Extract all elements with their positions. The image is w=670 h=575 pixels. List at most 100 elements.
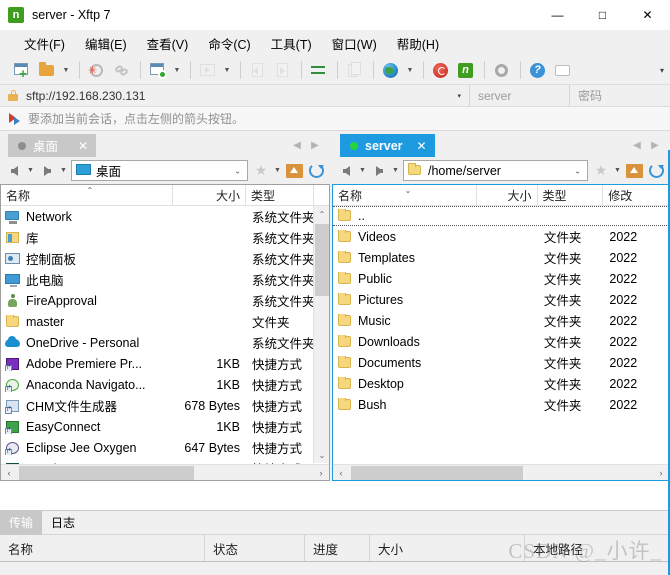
menu-file[interactable]: 文件(F) — [14, 31, 75, 56]
local-forward-button[interactable] — [36, 160, 58, 182]
tab-server[interactable]: server ✕ — [340, 134, 435, 157]
table-row[interactable]: 此电脑 系统文件夹 — [1, 269, 329, 290]
table-row[interactable]: Documents 文件夹 2022 — [333, 352, 669, 373]
bt-column-size[interactable]: 大小 — [370, 535, 525, 561]
table-row[interactable]: OneDrive - Personal 系统文件夹 — [1, 332, 329, 353]
local-favorite-caret-icon[interactable]: ▼ — [272, 160, 283, 182]
local-column-type[interactable]: 类型 — [246, 185, 314, 205]
xshell-button[interactable] — [429, 59, 453, 82]
local-column-name[interactable]: 名称 ⌃ — [1, 185, 173, 205]
tab-close-icon[interactable]: ✕ — [403, 139, 427, 153]
local-home-button[interactable] — [283, 160, 305, 182]
bt-column-status[interactable]: 状态 — [205, 535, 305, 561]
local-horizontal-scrollbar[interactable]: ‹ › — [1, 464, 329, 480]
session-properties-caret-icon[interactable]: ▼ — [171, 59, 183, 82]
menu-view[interactable]: 查看(V) — [137, 31, 199, 56]
minimize-button[interactable]: — — [535, 0, 580, 30]
local-vertical-scrollbar[interactable]: ⌃ ⌄ — [313, 206, 329, 463]
remote-path-input[interactable]: /home/server ⌄ — [403, 160, 588, 181]
scroll-up-icon[interactable]: ⌃ — [314, 206, 330, 222]
table-row[interactable]: Downloads 文件夹 2022 — [333, 331, 669, 352]
local-back-button[interactable] — [3, 160, 25, 182]
table-row[interactable]: Videos 文件夹 2022 — [333, 226, 669, 247]
remote-path-chevron-icon[interactable]: ⌄ — [574, 166, 581, 175]
table-row[interactable]: Network 系统文件夹 — [1, 206, 329, 227]
link-button[interactable] — [110, 59, 134, 82]
tab-log[interactable]: 日志 — [42, 511, 84, 535]
table-row[interactable]: .. — [333, 206, 669, 226]
bt-column-local-path[interactable]: 本地路径 — [525, 535, 670, 561]
run-button[interactable] — [196, 59, 220, 82]
table-row[interactable]: 库 系统文件夹 — [1, 227, 329, 248]
sync-transfer-button[interactable] — [307, 59, 331, 82]
new-session-button[interactable]: + — [10, 59, 34, 82]
copy-button[interactable] — [343, 59, 367, 82]
tab-close-icon[interactable]: ✕ — [64, 139, 88, 153]
remote-favorite-caret-icon[interactable]: ▼ — [612, 160, 623, 182]
tab-next-icon[interactable]: ▶ — [646, 140, 664, 151]
local-favorite-button[interactable]: ★ — [250, 160, 272, 182]
menu-edit[interactable]: 编辑(E) — [75, 31, 137, 56]
local-hscroll-thumb[interactable] — [19, 466, 194, 480]
local-column-size[interactable]: 大小 — [173, 185, 246, 205]
remote-refresh-button[interactable] — [645, 160, 667, 182]
scroll-right-icon[interactable]: › — [653, 465, 669, 481]
table-row[interactable]: Templates 文件夹 2022 — [333, 247, 669, 268]
remote-back-button[interactable] — [335, 160, 357, 182]
remote-back-caret-icon[interactable]: ▼ — [357, 160, 368, 182]
open-session-button[interactable] — [35, 59, 59, 82]
menu-tools[interactable]: 工具(T) — [261, 31, 322, 56]
table-row[interactable]: Desktop 文件夹 2022 — [333, 373, 669, 394]
remote-favorite-button[interactable]: ★ — [590, 160, 612, 182]
remote-home-button[interactable] — [623, 160, 645, 182]
remote-column-type[interactable]: 类型 — [538, 185, 604, 205]
scroll-left-icon[interactable]: ‹ — [1, 465, 17, 481]
local-path-input[interactable]: 桌面 ⌄ — [71, 160, 248, 181]
menu-window[interactable]: 窗口(W) — [322, 31, 387, 56]
table-row[interactable]: CHM文件生成器 678 Bytes 快捷方式 — [1, 395, 329, 416]
run-caret-icon[interactable]: ▼ — [221, 59, 233, 82]
bt-column-name[interactable]: 名称 — [0, 535, 205, 561]
transfer-left-button[interactable] — [246, 59, 270, 82]
open-session-caret-icon[interactable]: ▼ — [60, 59, 72, 82]
menu-help[interactable]: 帮助(H) — [387, 31, 449, 56]
remote-hscroll-thumb[interactable] — [351, 466, 523, 480]
remote-horizontal-scrollbar[interactable]: ‹ › — [333, 464, 669, 480]
transfer-right-button[interactable] — [271, 59, 295, 82]
bt-column-progress[interactable]: 进度 — [305, 535, 370, 561]
table-row[interactable]: Anaconda Navigato... 1KB 快捷方式 — [1, 374, 329, 395]
chevron-down-icon[interactable]: ▾ — [457, 92, 461, 100]
tab-prev-icon[interactable]: ◀ — [628, 140, 646, 151]
table-row[interactable]: Eclipse Jee Oxygen 647 Bytes 快捷方式 — [1, 437, 329, 458]
host-field[interactable]: sftp://192.168.230.131 ▾ — [0, 85, 470, 106]
scroll-right-icon[interactable]: › — [313, 465, 329, 481]
table-row[interactable]: Adobe Premiere Pr... 1KB 快捷方式 — [1, 353, 329, 374]
remote-column-modified[interactable]: 修改 — [603, 185, 669, 205]
table-row[interactable]: Bush 文件夹 2022 — [333, 394, 669, 415]
browser-button[interactable] — [379, 59, 403, 82]
remote-column-size[interactable]: 大小 — [477, 185, 538, 205]
table-row[interactable]: Music 文件夹 2022 — [333, 310, 669, 331]
options-button[interactable] — [490, 59, 514, 82]
local-refresh-button[interactable] — [305, 160, 327, 182]
tab-next-icon[interactable]: ▶ — [306, 140, 324, 151]
local-path-chevron-icon[interactable]: ⌄ — [234, 166, 241, 175]
feedback-button[interactable] — [551, 59, 575, 82]
tab-desktop[interactable]: 桌面 ✕ — [8, 134, 96, 157]
session-properties-button[interactable] — [146, 59, 170, 82]
table-row[interactable]: FireApproval 系统文件夹 — [1, 290, 329, 311]
toolbar-overflow-caret-icon[interactable]: ▾ — [660, 56, 664, 85]
table-row[interactable]: 控制面板 系统文件夹 — [1, 248, 329, 269]
xftp-button[interactable]: n — [454, 59, 478, 82]
tab-prev-icon[interactable]: ◀ — [288, 140, 306, 151]
remote-forward-button[interactable] — [368, 160, 390, 182]
local-back-caret-icon[interactable]: ▼ — [25, 160, 36, 182]
table-row[interactable]: master 文件夹 — [1, 311, 329, 332]
password-field[interactable]: 密码 — [570, 85, 670, 106]
table-row[interactable]: Pictures 文件夹 2022 — [333, 289, 669, 310]
remote-forward-caret-icon[interactable]: ▼ — [390, 160, 401, 182]
local-forward-caret-icon[interactable]: ▼ — [58, 160, 69, 182]
tab-transfer[interactable]: 传输 — [0, 510, 43, 535]
close-button[interactable]: ✕ — [625, 0, 670, 30]
menu-command[interactable]: 命令(C) — [198, 31, 260, 56]
